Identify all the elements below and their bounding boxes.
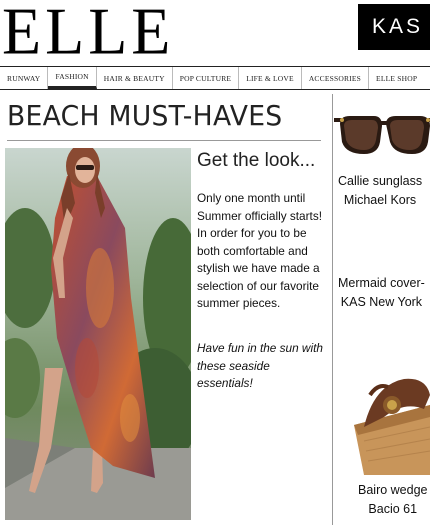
nav-item-runway[interactable]: RUNWAY bbox=[0, 67, 49, 89]
product-wedge[interactable]: Bairo wedge Bacio 61 bbox=[334, 365, 430, 525]
product-brand: Michael Kors bbox=[343, 193, 417, 207]
article-body: Only one month until Summer officially s… bbox=[197, 191, 322, 310]
product-name[interactable]: Mermaid cover- bbox=[338, 274, 425, 293]
article-closing: Have fun in the sun with these seaside e… bbox=[197, 341, 323, 390]
product-brand: Bacio 61 bbox=[368, 502, 418, 516]
product-name[interactable]: Callie sunglass bbox=[338, 172, 422, 191]
product-coverup[interactable]: Mermaid cover- KAS New York bbox=[334, 270, 430, 320]
nav-item-pop-culture[interactable]: POP CULTURE bbox=[173, 67, 240, 89]
product-name[interactable]: Bairo wedge bbox=[358, 481, 428, 500]
nav-item-hair-beauty[interactable]: HAIR & BEAUTY bbox=[97, 67, 173, 89]
nav-item-elle-shop[interactable]: ELLE SHOP bbox=[369, 67, 424, 89]
sunglasses-image[interactable] bbox=[334, 104, 430, 164]
product-sunglasses[interactable]: Callie sunglass Michael Kors bbox=[334, 100, 430, 210]
main-nav: RUNWAY FASHION HAIR & BEAUTY POP CULTURE… bbox=[0, 66, 430, 90]
nav-item-life-love[interactable]: LIFE & LOVE bbox=[239, 67, 302, 89]
nav-item-fashion[interactable]: FASHION bbox=[48, 67, 97, 89]
wedge-sandal-image[interactable] bbox=[334, 365, 430, 475]
kas-brand-banner[interactable]: KAS bbox=[358, 4, 430, 50]
column-divider bbox=[332, 94, 333, 525]
elle-logo[interactable]: ELLE bbox=[2, 0, 174, 65]
article-subtitle: Get the look... bbox=[197, 150, 316, 171]
product-brand: KAS New York bbox=[340, 295, 423, 309]
nav-item-accessories[interactable]: ACCESSORIES bbox=[302, 67, 370, 89]
headline-divider bbox=[7, 140, 321, 141]
page-title: BEACH MUST-HAVES bbox=[7, 99, 283, 132]
model-beach-photo bbox=[5, 148, 191, 520]
